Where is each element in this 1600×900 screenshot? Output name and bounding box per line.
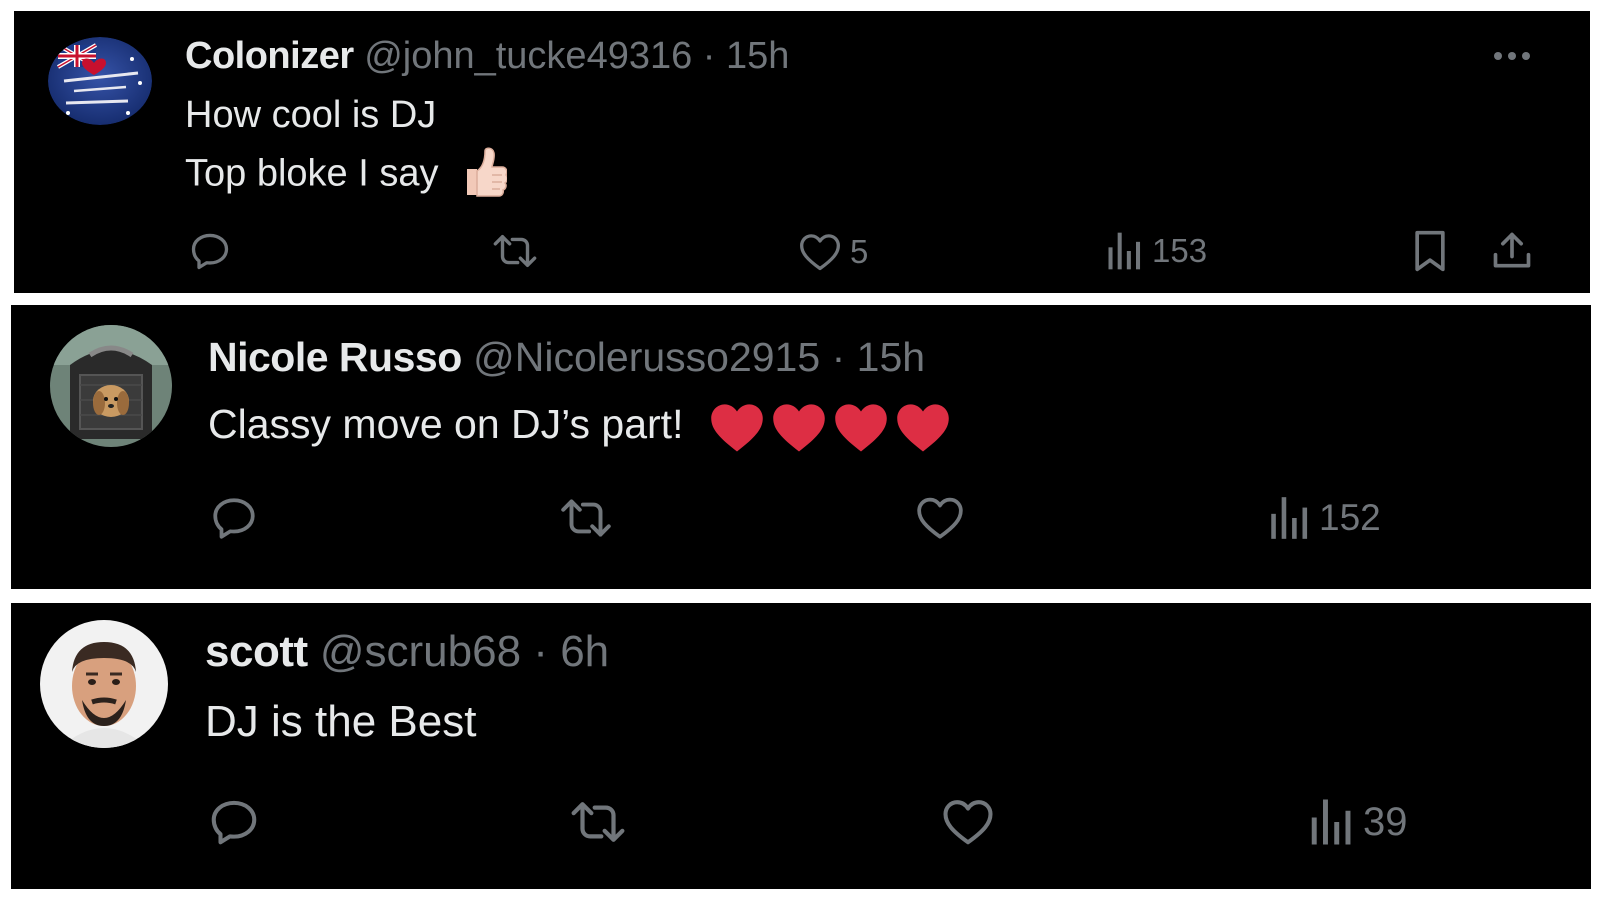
- heart-icon: [917, 497, 963, 539]
- timestamp[interactable]: 6h: [560, 627, 609, 676]
- avatar[interactable]: [48, 37, 152, 125]
- handle[interactable]: @scrub68: [320, 627, 521, 676]
- like-button[interactable]: 5: [798, 231, 868, 273]
- repost-button[interactable]: [490, 229, 540, 273]
- avatar[interactable]: [50, 325, 172, 447]
- avatar[interactable]: [40, 620, 168, 748]
- like-button[interactable]: [915, 495, 965, 541]
- handle[interactable]: @john_tucke49316: [364, 35, 692, 77]
- views-button[interactable]: 152: [1269, 493, 1381, 543]
- reply-icon: [213, 498, 255, 539]
- bookmark-icon: [1415, 230, 1445, 272]
- views-icon: [1311, 799, 1351, 845]
- post-text-row: Classy move on DJ’s part!: [208, 400, 953, 454]
- post-text-line-2-row: Top bloke I say: [185, 147, 509, 204]
- views-button[interactable]: 153: [1106, 229, 1207, 273]
- australia-day-avatar-icon: [48, 37, 152, 125]
- more-icon[interactable]: [1492, 49, 1532, 67]
- share-icon: [1493, 232, 1531, 268]
- post-text: DJ is the Best: [205, 697, 477, 746]
- views-count: 153: [1152, 232, 1208, 269]
- separator: ·: [831, 334, 846, 380]
- reply-button[interactable]: [188, 229, 232, 273]
- like-button[interactable]: [941, 797, 995, 847]
- dog-in-carrier-avatar-icon: [50, 325, 172, 447]
- views-icon: [1108, 232, 1141, 270]
- display-name[interactable]: Colonizer: [185, 35, 354, 77]
- red-hearts-emoji: [707, 400, 953, 454]
- post-colonizer[interactable]: Colonizer @john_tucke49316 · 15h How coo…: [14, 11, 1590, 293]
- reply-icon: [191, 233, 229, 270]
- heart-icon: [943, 800, 993, 845]
- post-nicole-russo[interactable]: Nicole Russo @Nicolerusso2915 · 15h Clas…: [11, 305, 1591, 589]
- timestamp[interactable]: 15h: [726, 35, 789, 77]
- reply-button[interactable]: [209, 493, 259, 543]
- post-text-line-1: How cool is DJ: [185, 94, 437, 136]
- red-heart-icon: [773, 404, 825, 452]
- timestamp[interactable]: 15h: [857, 334, 925, 380]
- red-heart-icon: [711, 404, 763, 452]
- post-header: scott @scrub68 · 6h: [205, 630, 609, 674]
- repost-button[interactable]: [567, 795, 629, 849]
- repost-icon: [561, 499, 611, 537]
- post-scott[interactable]: scott @scrub68 · 6h DJ is the Best 39: [11, 603, 1591, 889]
- repost-icon: [493, 235, 537, 267]
- display-name[interactable]: Nicole Russo: [208, 334, 462, 380]
- post-header: Colonizer @john_tucke49316 · 15h: [185, 37, 789, 75]
- heart-icon: [800, 234, 840, 271]
- share-button[interactable]: [1490, 229, 1534, 273]
- bookmark-button[interactable]: [1412, 229, 1448, 273]
- man-portrait-avatar-icon: [40, 620, 168, 748]
- views-count: 39: [1363, 799, 1408, 844]
- display-name[interactable]: scott: [205, 627, 308, 676]
- handle[interactable]: @Nicolerusso2915: [473, 334, 820, 380]
- post-header: Nicole Russo @Nicolerusso2915 · 15h: [208, 337, 925, 378]
- red-heart-icon: [835, 404, 887, 452]
- reply-icon: [211, 800, 257, 845]
- views-icon: [1271, 497, 1308, 539]
- views-button[interactable]: 39: [1309, 795, 1408, 849]
- reply-button[interactable]: [207, 795, 261, 849]
- like-count: 5: [850, 233, 869, 270]
- post-text-line-2: Top bloke I say: [185, 152, 439, 195]
- separator: ·: [702, 35, 716, 77]
- post-text: Classy move on DJ’s part!: [208, 400, 684, 447]
- separator: ·: [533, 627, 548, 676]
- repost-button[interactable]: [557, 493, 615, 543]
- thumbs-up-icon: [461, 147, 509, 204]
- views-count: 152: [1319, 497, 1381, 538]
- red-heart-icon: [897, 404, 949, 452]
- repost-icon: [571, 802, 625, 842]
